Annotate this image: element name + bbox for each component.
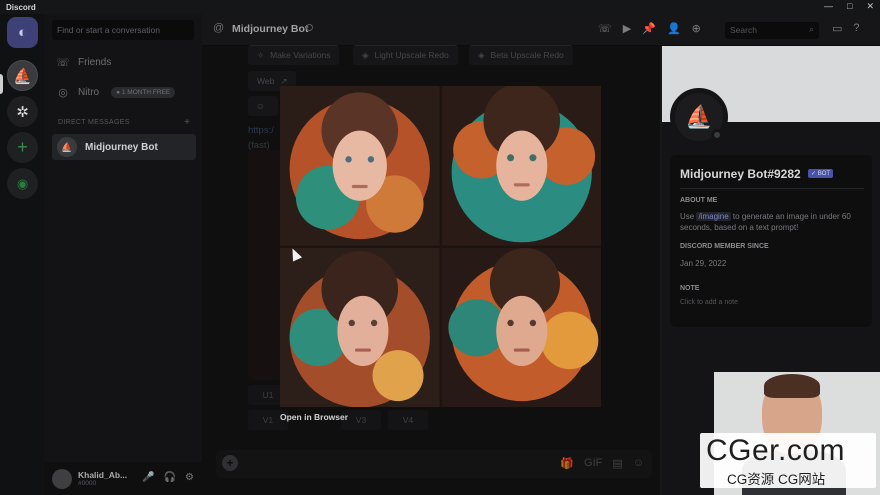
maximize-icon[interactable]: □ bbox=[847, 1, 852, 12]
video-call-icon[interactable]: ▶ bbox=[623, 22, 631, 35]
image-tile-2[interactable] bbox=[441, 86, 601, 246]
dm-header: DIRECT MESSAGES bbox=[58, 119, 130, 126]
deafen-headphones-icon[interactable]: 🎧 bbox=[164, 472, 176, 483]
user-tag: #0000 bbox=[78, 480, 97, 487]
find-conversation-input[interactable]: Find or start a conversation bbox=[52, 20, 194, 40]
watermark-subtext: CG资源 CG网站 bbox=[727, 472, 826, 487]
server-chatgpt-icon[interactable]: ✲ bbox=[7, 96, 38, 127]
server-midjourney-icon[interactable]: ⛵ bbox=[7, 60, 38, 91]
search-icon: ⌕ bbox=[808, 24, 814, 34]
window-controls: — □ ✕ bbox=[824, 1, 874, 12]
close-icon[interactable]: ✕ bbox=[866, 1, 874, 12]
about-me-header: ABOUT ME bbox=[680, 197, 718, 204]
mute-microphone-icon[interactable]: 🎤 bbox=[142, 472, 154, 483]
member-since-date: Jan 29, 2022 bbox=[680, 259, 727, 268]
note-input[interactable]: Click to add a note bbox=[680, 299, 738, 306]
nitro-label: Nitro bbox=[78, 87, 100, 98]
add-server-icon[interactable]: + bbox=[7, 132, 38, 163]
image-tile-3[interactable] bbox=[280, 247, 440, 407]
avatar[interactable] bbox=[52, 468, 72, 489]
status-icon bbox=[306, 24, 313, 31]
member-since-header: DISCORD MEMBER SINCE bbox=[680, 243, 769, 250]
image-tile-4[interactable] bbox=[441, 247, 601, 407]
dm-item-midjourney-bot[interactable]: ⛵ Midjourney Bot bbox=[52, 134, 196, 160]
status-indicator bbox=[711, 129, 723, 141]
dm-sidebar: Find or start a conversation ☏ Friends ◎… bbox=[44, 14, 202, 495]
user-settings-gear-icon[interactable]: ⚙ bbox=[185, 472, 194, 483]
friends-label: Friends bbox=[78, 57, 112, 68]
bot-badge: ✓ BOT bbox=[808, 169, 834, 178]
imagine-command[interactable]: /imagine bbox=[696, 212, 731, 221]
minimize-icon[interactable]: — bbox=[824, 1, 833, 12]
channel-title: Midjourney Bot bbox=[232, 23, 309, 35]
create-dm-icon[interactable]: + bbox=[184, 117, 190, 128]
window-title-bar: Discord — □ ✕ bbox=[0, 0, 880, 14]
inbox-icon[interactable]: ▭ bbox=[832, 22, 842, 35]
watermark-logo-text: CGer.com bbox=[706, 434, 846, 467]
user-profile-icon[interactable]: ⊕ bbox=[692, 22, 701, 35]
profile-name: Midjourney Bot#9282 bbox=[680, 167, 801, 181]
profile-divider bbox=[680, 188, 864, 189]
user-panel: Khalid_Ab... #0000 🎤 🎧 ⚙ bbox=[44, 462, 202, 495]
username: Khalid_Ab... bbox=[78, 470, 128, 480]
sidebar-item-friends[interactable]: ☏ Friends bbox=[56, 56, 111, 69]
about-me-text: Use /imagine to generate an image in und… bbox=[680, 212, 851, 232]
note-header: NOTE bbox=[680, 285, 700, 292]
presenter-hair bbox=[764, 374, 820, 398]
at-icon: @ bbox=[213, 22, 225, 34]
add-friend-icon[interactable]: 👤 bbox=[667, 22, 681, 35]
image-preview[interactable] bbox=[280, 86, 601, 407]
nitro-badge: ● 1 MONTH FREE bbox=[111, 87, 176, 98]
image-tile-1[interactable] bbox=[280, 86, 440, 246]
server-list: ◐ ⛵ ✲ + ◉ bbox=[0, 14, 44, 495]
friends-icon: ☏ bbox=[56, 57, 70, 69]
channel-header: @ Midjourney Bot ☏ ▶ 📌 👤 ⊕ Search ⌕ ▭ ? bbox=[202, 14, 880, 46]
nitro-icon: ◎ bbox=[58, 87, 68, 99]
search-input[interactable]: Search ⌕ bbox=[725, 22, 819, 39]
server-selected-indicator bbox=[0, 74, 3, 94]
server-home-icon[interactable]: ◐ bbox=[7, 17, 38, 48]
sidebar-item-nitro[interactable]: ◎ Nitro ● 1 MONTH FREE bbox=[56, 86, 176, 99]
help-icon[interactable]: ? bbox=[853, 22, 859, 35]
pinned-messages-icon[interactable]: 📌 bbox=[642, 22, 656, 35]
voice-call-icon[interactable]: ☏ bbox=[598, 22, 612, 35]
window-title: Discord bbox=[6, 2, 36, 12]
open-in-browser-link[interactable]: Open in Browser bbox=[280, 412, 348, 422]
dm-item-label: Midjourney Bot bbox=[85, 141, 158, 153]
explore-servers-icon[interactable]: ◉ bbox=[7, 168, 38, 199]
avatar: ⛵ bbox=[57, 137, 77, 157]
